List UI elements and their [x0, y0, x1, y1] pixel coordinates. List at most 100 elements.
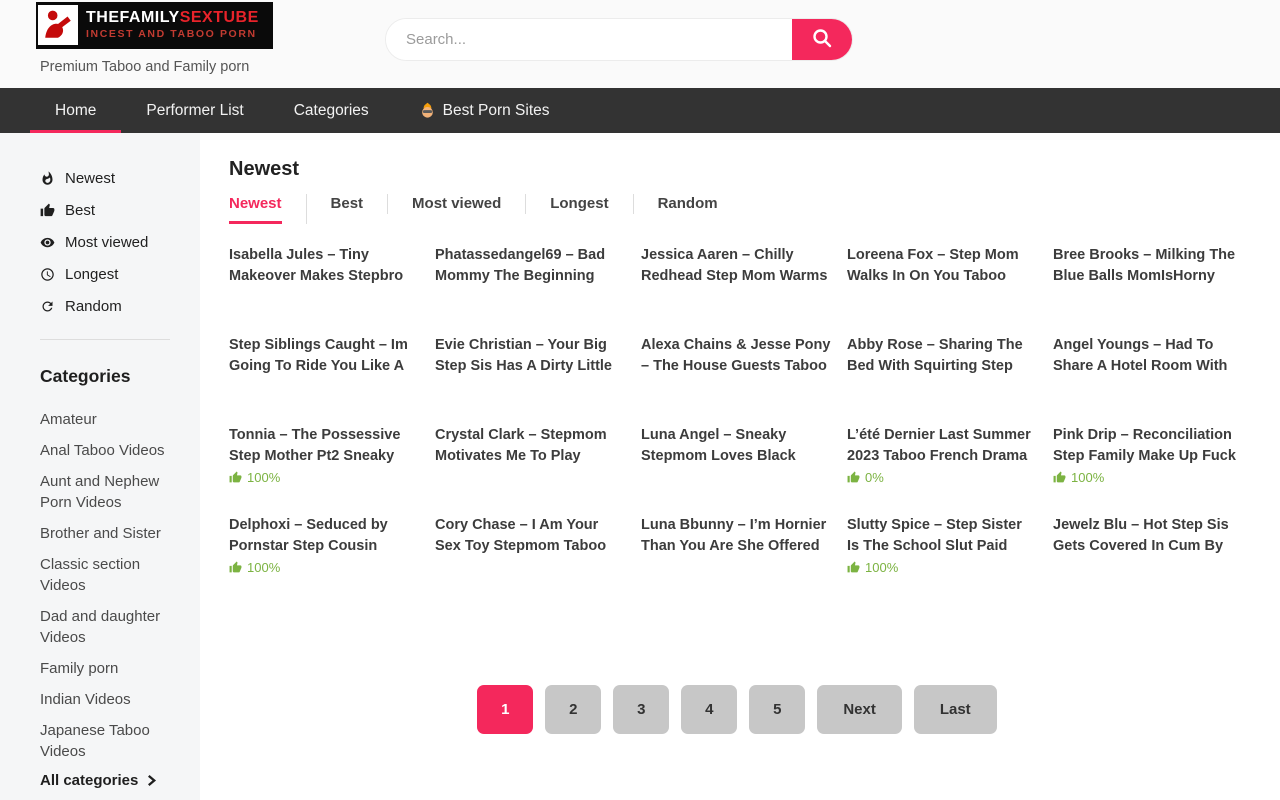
rating-value: 100% — [1071, 470, 1104, 485]
tab-longest[interactable]: Longest — [526, 194, 633, 214]
nav-item-label: Categories — [294, 102, 369, 120]
video-card[interactable]: Jessica Aaren – Chilly Redhead Step Mom … — [641, 245, 831, 335]
page-button-1[interactable]: 1 — [477, 685, 533, 734]
nav-item-best-porn-sites[interactable]: Best Porn Sites — [394, 88, 575, 133]
category-link-anal-taboo[interactable]: Anal Taboo Videos — [40, 440, 180, 461]
video-title[interactable]: Crystal Clark – Stepmom Motivates Me To … — [435, 425, 625, 466]
video-title[interactable]: Evie Christian – Your Big Step Sis Has A… — [435, 335, 625, 376]
page-button-5[interactable]: 5 — [749, 685, 805, 734]
logo-text: THEFAMILYSEXTUBE INCEST AND TABOO PORN — [86, 9, 259, 40]
video-title[interactable]: Slutty Spice – Step Sister Is The School… — [847, 515, 1037, 556]
flame-face-icon — [419, 102, 436, 119]
rating-value: 100% — [247, 560, 280, 575]
video-card[interactable]: Luna Bbunny – I’m Hornier Than You Are S… — [641, 515, 831, 605]
sidebar-item-most-viewed[interactable]: Most viewed — [40, 234, 180, 251]
nav-item-performer-list[interactable]: Performer List — [121, 88, 268, 133]
video-title[interactable]: Luna Bbunny – I’m Hornier Than You Are S… — [641, 515, 831, 556]
nav-item-categories[interactable]: Categories — [269, 88, 394, 133]
video-title[interactable]: Jewelz Blu – Hot Step Sis Gets Covered I… — [1053, 515, 1243, 556]
tab-random[interactable]: Random — [634, 194, 742, 214]
video-card[interactable]: Tonnia – The Possessive Step Mother Pt2 … — [229, 425, 419, 515]
video-title[interactable]: Delphoxi – Seduced by Pornstar Step Cous… — [229, 515, 419, 556]
sidebar-item-newest[interactable]: Newest — [40, 170, 180, 187]
video-title[interactable]: Pink Drip – Reconciliation Step Family M… — [1053, 425, 1243, 466]
nav-item-home[interactable]: Home — [30, 88, 121, 133]
video-title[interactable]: Step Siblings Caught – Im Going To Ride … — [229, 335, 419, 376]
video-card[interactable]: Phatassedangel69 – Bad Mommy The Beginni… — [435, 245, 625, 335]
last-page-button[interactable]: Last — [914, 685, 997, 734]
logo-figure-icon — [38, 5, 78, 45]
page-button-2[interactable]: 2 — [545, 685, 601, 734]
video-card[interactable]: Isabella Jules – Tiny Makeover Makes Ste… — [229, 245, 419, 335]
video-title[interactable]: L’été Dernier Last Summer 2023 Taboo Fre… — [847, 425, 1037, 466]
video-card[interactable]: Bree Brooks – Milking The Blue Balls Mom… — [1053, 245, 1243, 335]
sidebar-item-longest[interactable]: Longest — [40, 266, 180, 283]
video-card[interactable]: Loreena Fox – Step Mom Walks In On You T… — [847, 245, 1037, 335]
video-card[interactable]: Delphoxi – Seduced by Pornstar Step Cous… — [229, 515, 419, 605]
site-logo[interactable]: THEFAMILYSEXTUBE INCEST AND TABOO PORN — [36, 2, 273, 49]
video-card[interactable]: Luna Angel – Sneaky Stepmom Loves Black … — [641, 425, 831, 515]
video-title[interactable]: Bree Brooks – Milking The Blue Balls Mom… — [1053, 245, 1243, 286]
category-link-indian[interactable]: Indian Videos — [40, 689, 180, 710]
pagination: 1 2 3 4 5 Next Last — [229, 685, 1245, 734]
video-title[interactable]: Angel Youngs – Had To Share A Hotel Room… — [1053, 335, 1243, 376]
video-card[interactable]: Cory Chase – I Am Your Sex Toy Stepmom T… — [435, 515, 625, 605]
category-link-japanese[interactable]: Japanese Taboo Videos — [40, 720, 180, 762]
search-input[interactable] — [386, 19, 792, 60]
video-card[interactable]: Crystal Clark – Stepmom Motivates Me To … — [435, 425, 625, 515]
video-title[interactable]: Tonnia – The Possessive Step Mother Pt2 … — [229, 425, 419, 466]
site-tagline: Premium Taboo and Family porn — [40, 59, 249, 75]
video-card[interactable]: Abby Rose – Sharing The Bed With Squirti… — [847, 335, 1037, 425]
category-link-dad-daughter[interactable]: Dad and daughter Videos — [40, 606, 180, 648]
thumbs-up-icon — [847, 561, 860, 574]
sidebar-item-label: Newest — [65, 170, 115, 187]
video-card[interactable]: Step Siblings Caught – Im Going To Ride … — [229, 335, 419, 425]
next-page-button[interactable]: Next — [817, 685, 902, 734]
video-title[interactable]: Alexa Chains & Jesse Pony – The House Gu… — [641, 335, 831, 376]
category-link-family[interactable]: Family porn — [40, 658, 180, 679]
video-title[interactable]: Phatassedangel69 – Bad Mommy The Beginni… — [435, 245, 625, 286]
tab-most-viewed[interactable]: Most viewed — [388, 194, 526, 214]
sidebar-item-label: Random — [65, 298, 122, 315]
sidebar-item-label: Longest — [65, 266, 118, 283]
video-title[interactable]: Loreena Fox – Step Mom Walks In On You T… — [847, 245, 1037, 286]
main-nav: Home Performer List Categories Best Porn… — [0, 88, 1280, 133]
category-link-amateur[interactable]: Amateur — [40, 409, 180, 430]
video-card[interactable]: Pink Drip – Reconciliation Step Family M… — [1053, 425, 1243, 515]
page-button-3[interactable]: 3 — [613, 685, 669, 734]
video-title[interactable]: Jessica Aaren – Chilly Redhead Step Mom … — [641, 245, 831, 286]
search-button[interactable] — [792, 19, 852, 60]
eye-icon — [40, 235, 55, 250]
video-title[interactable]: Cory Chase – I Am Your Sex Toy Stepmom T… — [435, 515, 625, 556]
video-rating: 100% — [847, 560, 1037, 575]
tab-newest[interactable]: Newest — [229, 194, 307, 224]
video-card[interactable]: Slutty Spice – Step Sister Is The School… — [847, 515, 1037, 605]
category-link-aunt-nephew[interactable]: Aunt and Nephew Porn Videos — [40, 471, 180, 513]
brand-name-white: THEFAMILY — [86, 9, 180, 26]
video-card[interactable]: Angel Youngs – Had To Share A Hotel Room… — [1053, 335, 1243, 425]
category-list: Amateur Anal Taboo Videos Aunt and Nephe… — [40, 409, 180, 762]
clock-icon — [40, 267, 55, 282]
page-title: Newest — [229, 158, 1245, 181]
category-link-brother-sister[interactable]: Brother and Sister — [40, 523, 180, 544]
category-link-classic[interactable]: Classic section Videos — [40, 554, 180, 596]
thumbs-up-icon — [229, 471, 242, 484]
video-title[interactable]: Isabella Jules – Tiny Makeover Makes Ste… — [229, 245, 419, 286]
all-categories-label: All categories — [40, 772, 138, 789]
thumbs-up-icon — [229, 561, 242, 574]
sidebar-item-label: Best — [65, 202, 95, 219]
sidebar-item-random[interactable]: Random — [40, 298, 180, 315]
tab-best[interactable]: Best — [307, 194, 389, 214]
video-title[interactable]: Abby Rose – Sharing The Bed With Squirti… — [847, 335, 1037, 376]
all-categories-link[interactable]: All categories — [40, 772, 180, 789]
video-card[interactable]: Evie Christian – Your Big Step Sis Has A… — [435, 335, 625, 425]
thumbs-up-icon — [847, 471, 860, 484]
fire-icon — [40, 171, 55, 186]
search-bar — [385, 18, 853, 61]
video-title[interactable]: Luna Angel – Sneaky Stepmom Loves Black … — [641, 425, 831, 466]
video-card[interactable]: Jewelz Blu – Hot Step Sis Gets Covered I… — [1053, 515, 1243, 605]
video-card[interactable]: Alexa Chains & Jesse Pony – The House Gu… — [641, 335, 831, 425]
page-button-4[interactable]: 4 — [681, 685, 737, 734]
sidebar-item-best[interactable]: Best — [40, 202, 180, 219]
video-card[interactable]: L’été Dernier Last Summer 2023 Taboo Fre… — [847, 425, 1037, 515]
